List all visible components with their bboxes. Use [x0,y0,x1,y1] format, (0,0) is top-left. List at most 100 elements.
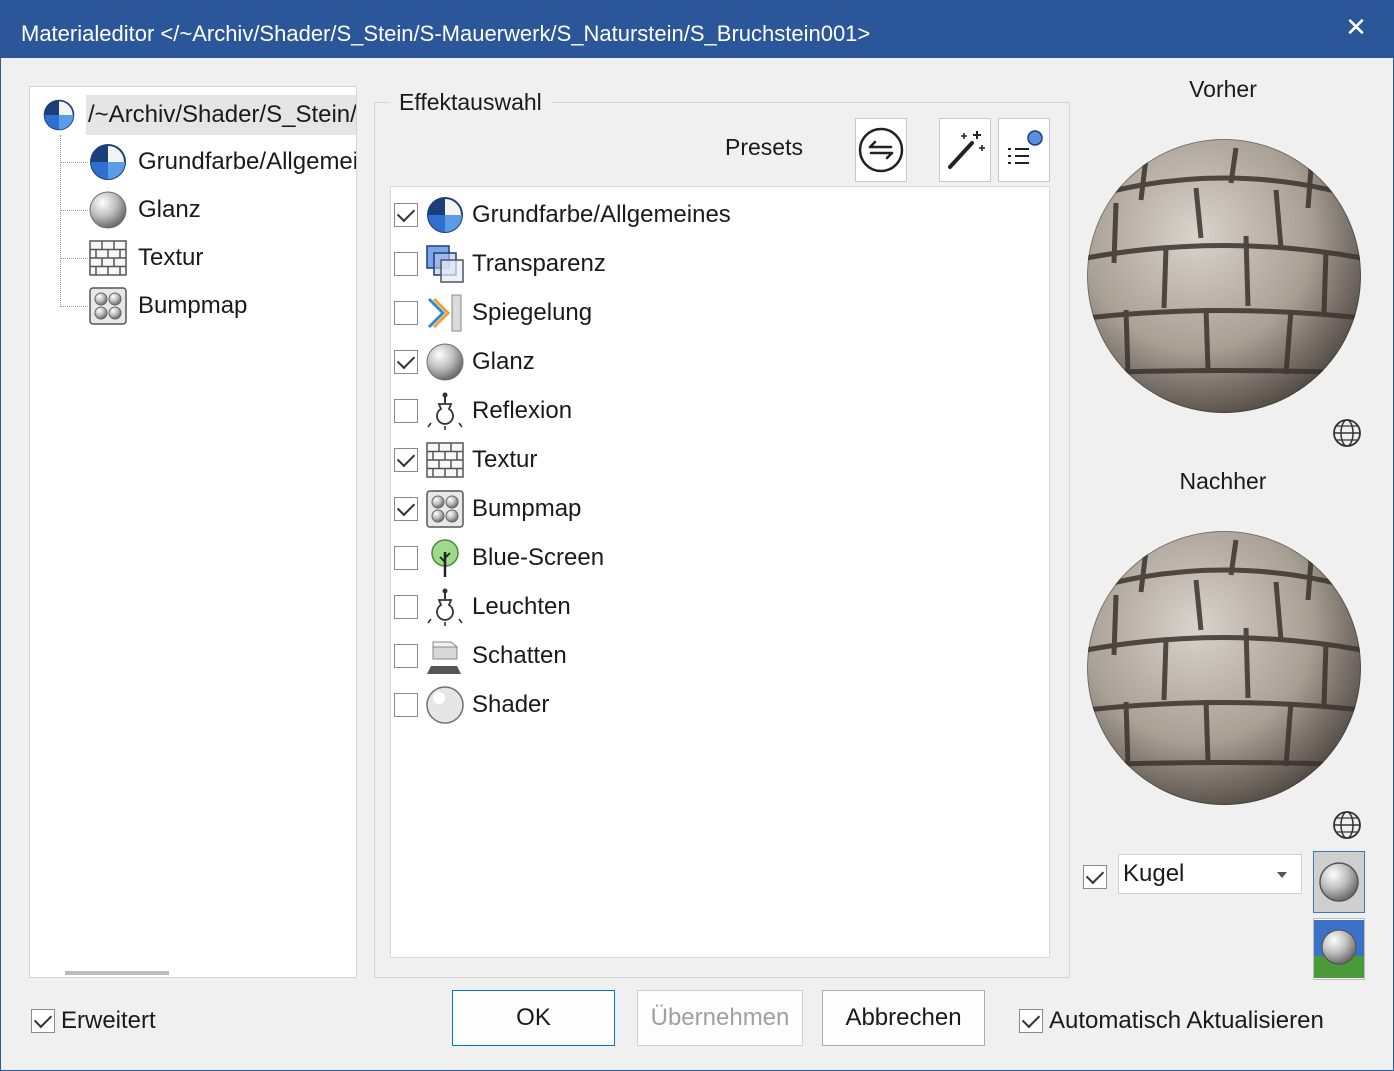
tree-item-bumpmap[interactable]: Bumpmap [88,285,247,327]
tree-root[interactable]: /~Archiv/Shader/S_Stein/ [42,95,356,135]
cancel-button[interactable]: Abbrechen [822,990,985,1046]
window-title: Materialeditor </~Archiv/Shader/S_Stein/… [21,21,871,46]
close-icon[interactable]: ✕ [1341,13,1371,43]
effect-tree[interactable]: /~Archiv/Shader/S_Stein/ Grundfarbe/Allg… [29,86,357,978]
preview-shape-checkbox[interactable] [1083,865,1107,889]
tree-item-label: Bumpmap [138,292,248,319]
globe-icon[interactable] [1331,417,1363,449]
brick-icon [89,240,127,276]
extended-toggle[interactable]: Erweitert [31,1007,156,1035]
environment-background-button[interactable] [1313,918,1365,980]
tree-icon [431,539,459,577]
effect-checkbox[interactable] [394,203,418,227]
effect-label: Textur [472,446,538,473]
tree-root-label: /~Archiv/Shader/S_Stein/ [86,95,356,135]
tree-item-grundfarbe[interactable]: Grundfarbe/Allgemeines [88,141,357,183]
tree-connector [60,258,88,259]
effect-checkbox[interactable] [394,301,418,325]
effect-item-leuchten[interactable]: Leuchten [391,585,1049,629]
tree-item-textur[interactable]: Textur [88,237,203,279]
effect-label: Transparenz [472,250,606,277]
pie-icon [90,144,126,180]
landscape-sphere-icon [1314,920,1364,978]
effect-item-transparenz[interactable]: Transparenz [391,242,1049,286]
swap-presets-button[interactable] [855,118,907,182]
effect-checkbox[interactable] [394,350,418,374]
effect-label: Leuchten [472,593,571,620]
effect-checkbox[interactable] [394,546,418,570]
effect-item-bumpmap[interactable]: Bumpmap [391,487,1049,531]
effect-label: Glanz [472,348,535,375]
mirror-icon [427,294,462,332]
extended-label: Erweitert [61,1007,156,1034]
lightbulb-icon [427,588,463,626]
sphere-icon [89,191,127,229]
after-label: Nachher [1179,468,1267,494]
effect-checkbox[interactable] [394,252,418,276]
effect-label: Grundfarbe/Allgemeines [472,201,731,228]
shader-sphere-icon [426,686,464,724]
bumpmap-icon [89,287,127,325]
before-label: Vorher [1189,76,1257,102]
dropdown-value: Kugel [1123,860,1185,887]
auto-update-toggle[interactable]: Automatisch Aktualisieren [1019,1007,1324,1035]
sphere-shape-button[interactable] [1313,851,1365,913]
tree-connector [60,135,61,305]
bumpmap-icon [426,490,464,528]
pie-icon [427,197,463,233]
preview-shape-dropdown[interactable]: Kugel [1118,854,1302,894]
magic-wand-icon [948,131,985,169]
chevron-down-icon [1277,872,1287,878]
material-editor-window: Materialeditor </~Archiv/Shader/S_Stein/… [0,0,1394,1071]
tree-item-label: Grundfarbe/Allgemeines [138,148,357,175]
after-preview-sphere [1087,531,1361,805]
ok-button[interactable]: OK [452,990,615,1046]
group-legend: Effektauswahl [389,89,552,116]
effect-item-blue-screen[interactable]: Blue-Screen [391,536,1049,580]
tree-item-label: Glanz [138,196,201,223]
pie-icon [43,99,75,131]
effect-checkbox[interactable] [394,497,418,521]
tree-connector [60,162,88,163]
tree-item-glanz[interactable]: Glanz [88,189,201,231]
effect-checkbox[interactable] [394,595,418,619]
effect-item-grundfarbe[interactable]: Grundfarbe/Allgemeines [391,193,1049,237]
before-preview-sphere [1087,139,1361,413]
effect-checkbox[interactable] [394,693,418,717]
title-bar: Materialeditor </~Archiv/Shader/S_Stein/… [1,1,1393,58]
auto-update-label: Automatisch Aktualisieren [1049,1007,1324,1034]
effect-checkbox[interactable] [394,448,418,472]
lightbulb-icon [427,392,463,430]
presets-label: Presets [725,134,803,160]
auto-update-checkbox[interactable] [1019,1009,1043,1033]
extended-checkbox[interactable] [31,1009,55,1033]
list-options-icon [1008,130,1043,164]
effect-list: Grundfarbe/Allgemeines Transparenz Spieg… [390,186,1050,958]
brick-icon [426,442,464,478]
effect-checkbox[interactable] [394,399,418,423]
effect-checkbox[interactable] [394,644,418,668]
swap-icon [858,127,904,173]
effect-label: Schatten [472,642,567,669]
sphere-icon [1319,862,1359,902]
effect-item-glanz[interactable]: Glanz [391,340,1049,384]
effect-item-spiegelung[interactable]: Spiegelung [391,291,1049,335]
tree-item-label: Textur [138,244,204,271]
effect-label: Spiegelung [472,299,593,326]
apply-button[interactable]: Übernehmen [637,990,803,1046]
effect-label: Reflexion [472,397,573,424]
effect-item-textur[interactable]: Textur [391,438,1049,482]
sphere-icon [426,343,464,381]
effect-item-schatten[interactable]: Schatten [391,634,1049,678]
effect-item-reflexion[interactable]: Reflexion [391,389,1049,433]
effect-item-shader[interactable]: Shader [391,683,1049,727]
effect-label: Bumpmap [472,495,582,522]
preset-list-button[interactable] [998,118,1050,182]
transparency-cubes-icon [426,245,464,283]
globe-icon[interactable] [1331,809,1363,841]
shadow-icon [427,641,461,674]
tree-connector [60,306,88,307]
tree-connector [60,210,88,211]
horizontal-scrollbar[interactable] [65,971,169,975]
magic-wand-button[interactable] [939,118,991,182]
